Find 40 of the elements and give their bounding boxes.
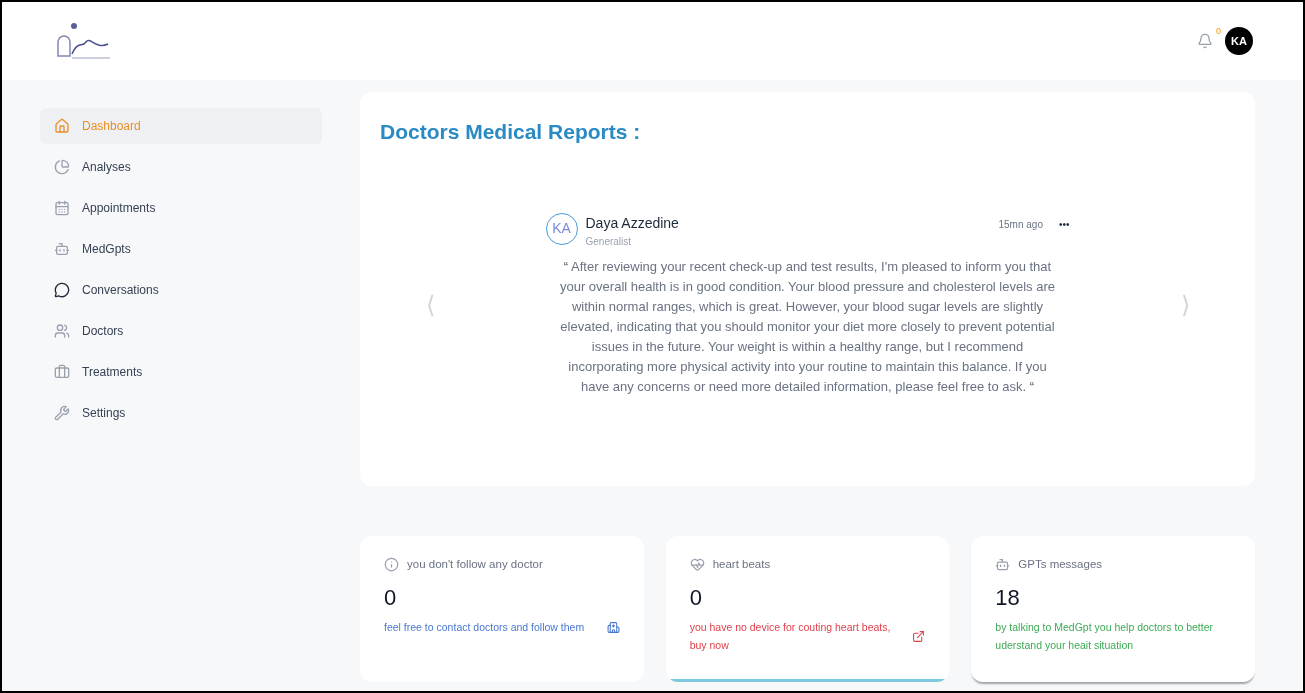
pie-chart-icon [54,159,70,175]
heart-pulse-icon [689,557,705,573]
notification-bell-icon[interactable] [1197,33,1213,49]
stat-title: heart beats [712,557,771,572]
stat-value: 18 [995,584,1021,613]
more-menu[interactable]: ••• [1059,216,1070,232]
user-avatar[interactable]: KA [1225,27,1253,55]
notification-count: 0 [1216,25,1221,38]
sidebar-item[interactable]: Conversations [40,272,322,308]
sidebar-item[interactable]: Treatments [40,354,322,390]
stat-title: you don't follow any doctor [407,557,543,572]
robot-icon [54,241,70,257]
reports-title: Doctors Medical Reports : [380,119,642,145]
chat-icon [54,282,70,298]
sidebar-item[interactable]: Settings [40,395,322,431]
report-text: “ After reviewing your recent check-up and test results, I'm pleased to inform you that your overall health is in good condition. Your blood pressure and cholesterol levels are within normal ranges, which is great. However, your blood sugar levels are slightly elevated, indicating that you should monitor your diet more closely to prevent potential issues in the future. Your weight is within a healthy range, but I recommend incorporating more physical activity into your routine to maintain this balance. If you have any concerns or need more detailed information, please feel free to ask. “ [558,257,1056,396]
stat-note: feel free to contact doctors and follow them [384,620,586,636]
tools-icon [54,405,70,421]
stat-title: GPTs messages [1018,557,1103,572]
doctor-name: Daya Azzedine [585,213,680,233]
sidebar-item[interactable]: MedGpts [40,231,322,267]
sidebar-item[interactable]: Doctors [40,313,322,349]
briefcase-icon [54,364,70,380]
stat-value: 0 [689,584,703,613]
open-quote: “ [563,258,569,274]
doctor-role: Generalist [585,234,633,249]
info-icon [384,557,399,573]
people-icon [54,323,70,339]
stat-note: you have no device for couting heart beats, buy now [689,620,892,654]
calendar-icon [54,200,70,216]
sidebar-item[interactable]: Analyses [40,149,322,185]
hospital-icon [606,620,620,634]
external-link-icon [912,629,926,643]
robot-icon [995,557,1011,573]
report-time: 15mn ago [998,217,1043,232]
stat-value: 0 [384,584,398,613]
home-icon [54,118,70,134]
close-quote: “ [1029,378,1035,394]
sidebar-item[interactable]: Appointments [40,190,322,226]
stat-note: by talking to MedGpt you help doctors to better uderstand your heait situation [995,620,1215,654]
